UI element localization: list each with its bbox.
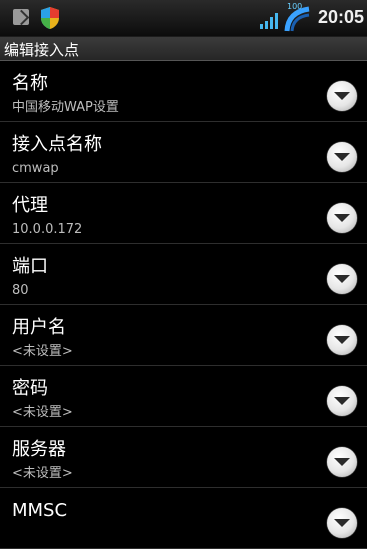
setting-row-name[interactable]: 名称 中国移动WAP设置 — [0, 61, 367, 122]
shield-icon — [41, 7, 59, 29]
setting-row-port[interactable]: 端口 80 — [0, 244, 367, 305]
setting-value: cmwap — [12, 161, 59, 176]
page-title: 编辑接入点 — [4, 41, 80, 59]
chevron-down-icon[interactable] — [327, 325, 357, 355]
settings-list: 名称 中国移动WAP设置 接入点名称 cmwap 代理 10.0.0.172 端… — [0, 61, 367, 549]
clock: 20:05 — [318, 7, 365, 27]
setting-value: <未设置> — [12, 344, 73, 359]
setting-row-apn[interactable]: 接入点名称 cmwap — [0, 122, 367, 183]
setting-row-password[interactable]: 密码 <未设置> — [0, 366, 367, 427]
setting-value: 80 — [12, 283, 29, 298]
setting-value: 中国移动WAP设置 — [12, 100, 119, 115]
chevron-down-icon[interactable] — [327, 386, 357, 416]
chevron-down-icon[interactable] — [327, 142, 357, 172]
setting-label: 名称 — [12, 73, 48, 94]
setting-value: 10.0.0.172 — [12, 222, 83, 237]
setting-label: 服务器 — [12, 439, 66, 460]
setting-label: 接入点名称 — [12, 134, 102, 155]
chevron-down-icon[interactable] — [327, 264, 357, 294]
signal-icon — [260, 13, 278, 29]
setting-value: <未设置> — [12, 405, 73, 420]
setting-row-proxy[interactable]: 代理 10.0.0.172 — [0, 183, 367, 244]
setting-label: 代理 — [12, 195, 48, 216]
chevron-down-icon[interactable] — [327, 447, 357, 477]
battery-icon — [284, 6, 310, 32]
setting-label: 端口 — [12, 256, 48, 277]
setting-row-mmsc[interactable]: MMSC — [0, 488, 367, 549]
chevron-down-icon[interactable] — [327, 81, 357, 111]
chevron-down-icon[interactable] — [327, 203, 357, 233]
setting-label: MMSC — [12, 500, 68, 521]
setting-label: 用户名 — [12, 317, 66, 338]
status-bar: 100 20:05 — [0, 0, 367, 37]
setting-value: <未设置> — [12, 466, 73, 481]
setting-label: 密码 — [12, 378, 48, 399]
setting-row-username[interactable]: 用户名 <未设置> — [0, 305, 367, 366]
screenshot-icon — [13, 9, 29, 25]
chevron-down-icon[interactable] — [327, 508, 357, 538]
title-bar: 编辑接入点 — [0, 37, 367, 61]
setting-row-server[interactable]: 服务器 <未设置> — [0, 427, 367, 488]
